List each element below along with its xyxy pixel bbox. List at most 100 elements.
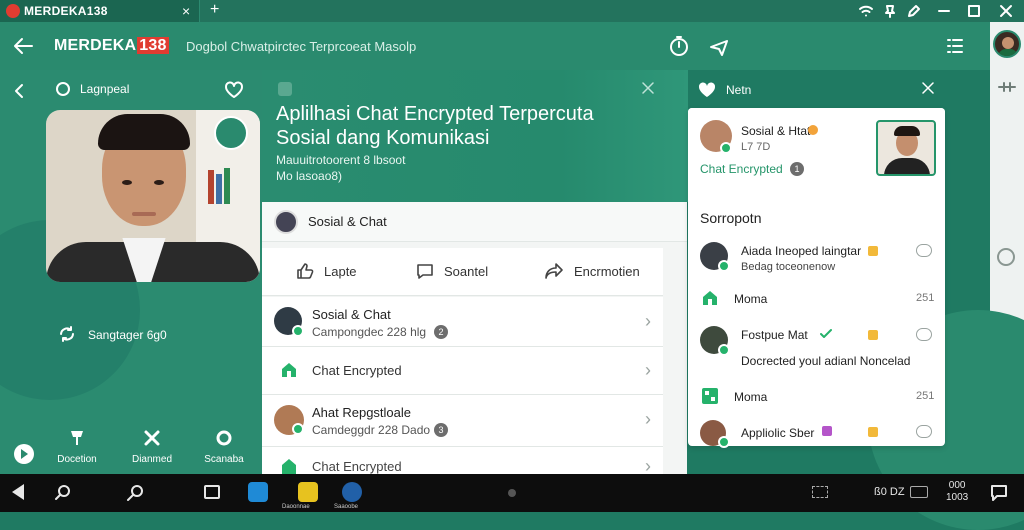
like-icon[interactable] — [296, 262, 314, 280]
list-item[interactable]: Chat Encrypted › — [262, 347, 663, 395]
tab-close-icon[interactable]: × — [182, 3, 190, 19]
share-button[interactable]: Encrmotien — [574, 264, 640, 279]
panel-close-icon[interactable] — [922, 82, 934, 94]
section-title: Sorropotn — [700, 210, 762, 226]
list-item[interactable]: Fostpue Mat Docrected youl adianl Noncel… — [688, 322, 945, 372]
verified-icon — [718, 260, 730, 272]
pin-icon[interactable] — [882, 3, 898, 19]
telegram-app-icon[interactable] — [248, 482, 268, 502]
action-label: Scanaba — [204, 454, 244, 465]
notification-icon[interactable] — [990, 484, 1008, 502]
section-header-label: Sosial & Chat — [308, 214, 387, 229]
maximize-icon[interactable] — [966, 3, 982, 19]
action-label: Dianmed — [131, 454, 173, 465]
menu-grid-icon[interactable] — [946, 37, 964, 55]
new-tab-icon[interactable]: + — [210, 1, 219, 19]
comment-button[interactable]: Soantel — [444, 264, 488, 279]
row-title: Chat Encrypted — [312, 459, 402, 474]
favorite-heart-icon[interactable] — [224, 81, 244, 99]
row-subtitle: Campongdec 228 hlg — [312, 325, 427, 339]
clock-line: 000 — [948, 480, 966, 491]
item-subtitle: Docrected youl adianl Noncelad — [741, 354, 911, 368]
chevron-right-icon: › — [645, 409, 651, 429]
close-window-icon[interactable] — [998, 3, 1014, 19]
rail-adjust-icon[interactable] — [998, 80, 1016, 94]
list-item[interactable]: Chat Encrypted › — [262, 447, 663, 476]
heart-icon — [698, 82, 716, 98]
action-docetion[interactable]: Docetion — [54, 428, 100, 465]
chat-encrypted-link[interactable]: Chat Encrypted — [700, 162, 783, 176]
home-dot-icon[interactable] — [508, 489, 516, 497]
back-nav-icon[interactable] — [12, 484, 24, 500]
home-shield-icon — [280, 457, 298, 474]
chevron-right-icon: › — [645, 360, 651, 380]
list-item[interactable]: Ahat Repgstloale Camdeggdr 228 Dado 3 › — [262, 395, 663, 447]
list-item[interactable]: Moma 251 — [688, 284, 945, 314]
comment-icon[interactable] — [416, 262, 434, 280]
hero-title-line: Sosial dang Komunikasi — [276, 127, 490, 149]
timer-icon[interactable] — [668, 35, 690, 57]
checkmark-icon — [820, 328, 832, 340]
action-scanaba[interactable]: Scanaba — [200, 428, 248, 465]
action-dianmed[interactable]: Dianmed — [128, 428, 176, 465]
edit-icon[interactable] — [906, 3, 922, 19]
verified-icon — [720, 142, 732, 154]
share-icon[interactable] — [544, 262, 564, 280]
chat-bubble-icon[interactable] — [916, 425, 932, 438]
app-header: MERDEKA 138 Dogbol Chwatpirctec Terprcoea… — [0, 22, 990, 70]
search-icon[interactable] — [54, 484, 72, 502]
wifi-icon[interactable] — [858, 3, 874, 19]
item-title: Fostpue Mat — [741, 328, 808, 342]
list-item[interactable]: Aiada Ineoped laingtar Bedag toceonenow — [688, 236, 945, 276]
contact-summary[interactable]: Sosial & Htat L7 7D Chat Encrypted 1 — [688, 108, 945, 190]
hero-meta: Mauuitrotoorent 8 lbsoot Mo lasoao8) — [276, 152, 405, 184]
hero-title: Aplilhasi Chat Encrypted Terpercuta Sosi… — [276, 102, 666, 150]
chevron-left-icon[interactable] — [12, 82, 26, 100]
item-value: 251 — [916, 390, 935, 402]
back-arrow-icon[interactable] — [12, 36, 34, 56]
verified-icon — [718, 344, 730, 356]
list-item[interactable]: Sosial & Chat Campongdec 228 hlg 2 › — [262, 297, 663, 347]
chat-bubble-icon[interactable] — [916, 328, 932, 341]
search-alt-icon[interactable] — [126, 484, 146, 502]
tray-display-icon[interactable] — [910, 486, 928, 498]
profile-avatar[interactable] — [993, 30, 1021, 58]
browser-tab[interactable]: MERDEKA138 × — [0, 0, 200, 22]
app-label: Saaoobe — [334, 504, 359, 510]
status-text: Sangtager 6g0 — [88, 328, 167, 342]
list-item[interactable]: Moma 251 — [688, 382, 945, 412]
left-top-label: Lagnpeal — [80, 82, 130, 96]
video-preview[interactable] — [46, 110, 260, 282]
section-header[interactable]: Sosial & Chat — [262, 202, 687, 242]
window-titlebar: MERDEKA138 × + — [0, 0, 1024, 22]
brand-logo[interactable]: MERDEKA 138 — [54, 37, 169, 55]
tab-title: MERDEKA138 — [24, 4, 108, 18]
row-title: Ahat Repgstloale — [312, 405, 412, 420]
action-label: Docetion — [57, 454, 97, 465]
hero-close-icon[interactable] — [642, 82, 654, 94]
airplane-icon[interactable] — [708, 35, 730, 57]
list-item[interactable]: Appliolic Sber — [688, 418, 945, 448]
item-subtitle: Bedag toceonenow — [741, 261, 836, 273]
app-yellow-icon[interactable] — [298, 482, 318, 502]
count-badge: 1 — [790, 162, 804, 176]
minimize-icon[interactable] — [936, 3, 952, 19]
action-bar: Lapte Soantel Encrmotien — [262, 248, 663, 296]
play-button[interactable] — [14, 444, 34, 464]
left-panel: Lagnpeal Sangtager 6g0 Docetion Dianmed … — [0, 70, 262, 474]
tray-clock[interactable]: 000 1003 — [946, 480, 968, 504]
contact-sub: L7 7D — [741, 141, 771, 153]
taskbar: Daoonnae Saaoobe ß0 DZ 000 1003 — [0, 474, 1024, 512]
app-globe-icon[interactable] — [342, 482, 362, 502]
task-view-icon[interactable] — [204, 485, 220, 499]
tray-keyboard-icon[interactable] — [812, 486, 828, 498]
hero-app-icon — [278, 82, 292, 96]
chat-bubble-icon[interactable] — [916, 244, 932, 257]
like-button[interactable]: Lapte — [324, 264, 357, 279]
row-count-badge: 3 — [434, 423, 448, 437]
rail-home-button[interactable] — [997, 248, 1015, 266]
brand-number: 138 — [137, 37, 169, 54]
item-value: 251 — [916, 292, 935, 304]
status-ring-icon — [56, 82, 70, 96]
tray-text: ß0 DZ — [874, 486, 905, 498]
